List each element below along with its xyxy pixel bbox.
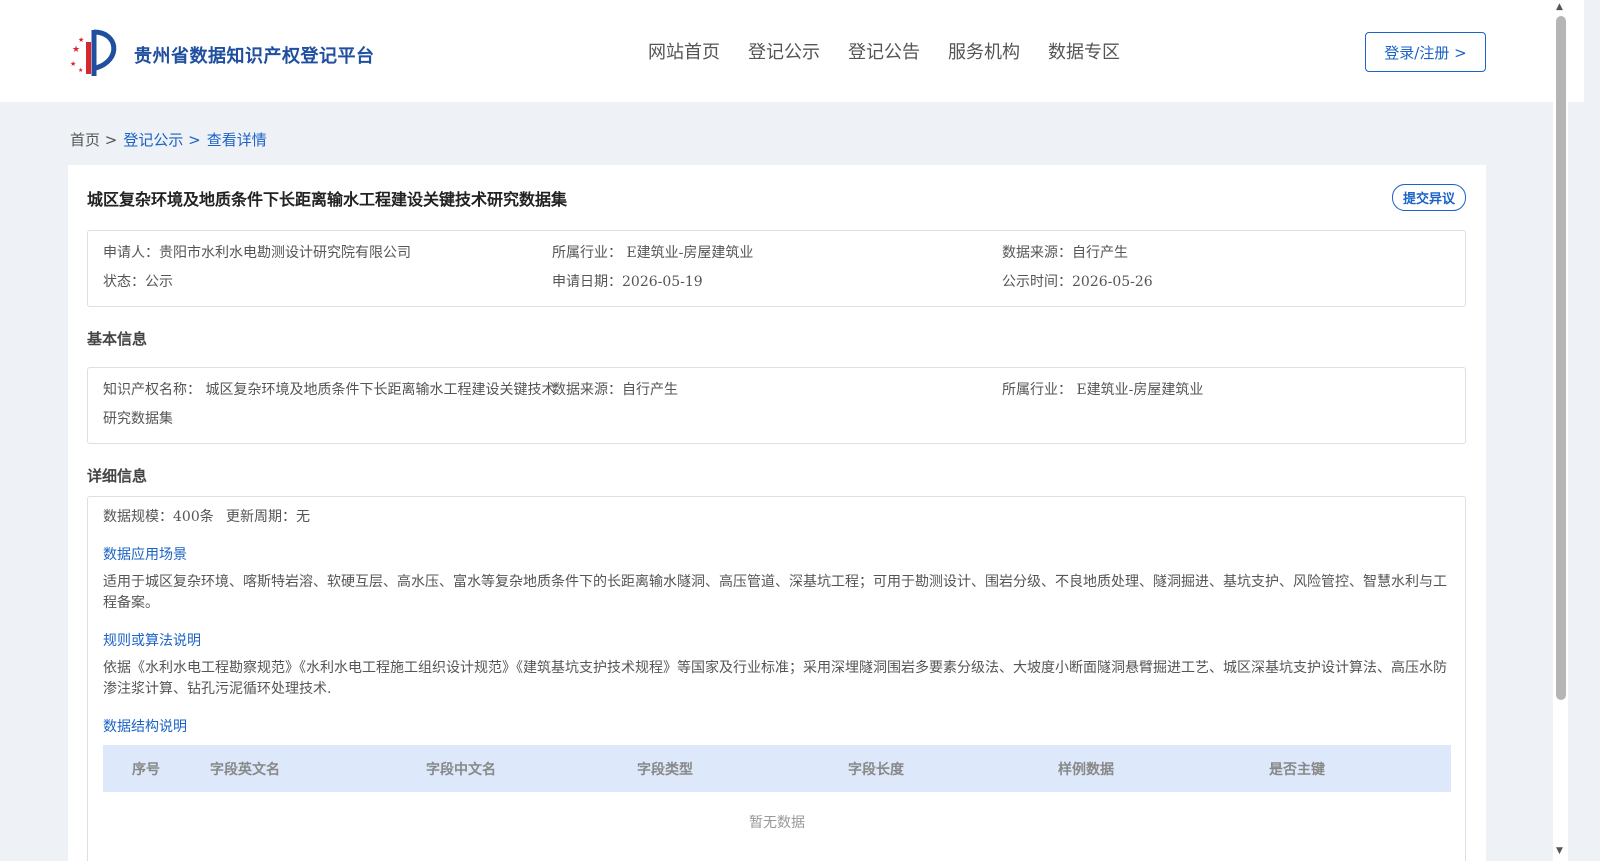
apply-date-field: 申请日期：2026-05-19 (552, 274, 703, 290)
col-field-length: 字段长度 (848, 762, 904, 778)
ip-name-field: 知识产权名称： 城区复杂环境及地质条件下长距离输水工程建设关键技术 (103, 382, 556, 398)
site-title[interactable]: 贵州省数据知识产权登记平台 (134, 42, 375, 68)
nav-registration-publicity[interactable]: 登记公示 (748, 38, 820, 64)
svg-text:★: ★ (78, 36, 84, 44)
scrollbar-thumb[interactable] (1556, 16, 1566, 700)
svg-text:★: ★ (70, 60, 76, 68)
page-scrollbar[interactable]: ▲ ▼ (1553, 0, 1568, 861)
data-structure-heading: 数据结构说明 (103, 719, 187, 735)
scroll-down-arrow-icon[interactable]: ▼ (1556, 846, 1563, 856)
breadcrumb-current[interactable]: 查看详情 (207, 129, 267, 150)
col-field-cn-name: 字段中文名 (426, 762, 496, 778)
rules-algorithm-text: 依据《水利水电工程勘察规范》《水利水电工程施工组织设计规范》《建筑基坑支护技术规… (103, 660, 1447, 697)
summary-box: 申请人：贵阳市水利水电勘测设计研究院有限公司 所属行业： E建筑业-房屋建筑业 … (87, 230, 1466, 307)
main-nav: 网站首页 登记公示 登记公告 服务机构 数据专区 (648, 38, 1120, 64)
submit-objection-button[interactable]: 提交异议 (1392, 184, 1466, 211)
nav-home[interactable]: 网站首页 (648, 38, 720, 64)
col-index: 序号 (132, 762, 160, 778)
status-field: 状态：公示 (103, 274, 173, 290)
data-scale-field: 数据规模：400条 (103, 509, 214, 525)
basic-info-box: 知识产权名称： 城区复杂环境及地质条件下长距离输水工程建设关键技术 研究数据集 … (87, 367, 1466, 444)
breadcrumb-section[interactable]: 登记公示 > (123, 129, 200, 150)
nav-service-agencies[interactable]: 服务机构 (948, 38, 1020, 64)
industry-field: 所属行业： E建筑业-房屋建筑业 (552, 245, 754, 261)
detail-info-heading: 详细信息 (87, 467, 148, 485)
scroll-up-arrow-icon[interactable]: ▲ (1556, 2, 1563, 12)
col-field-en-name: 字段英文名 (210, 762, 280, 778)
basic-industry-field: 所属行业： E建筑业-房屋建筑业 (1002, 382, 1204, 398)
nav-data-zone[interactable]: 数据专区 (1048, 38, 1120, 64)
dataset-title: 城区复杂环境及地质条件下长距离输水工程建设关键技术研究数据集 (87, 190, 568, 209)
col-sample-data: 样例数据 (1058, 762, 1114, 778)
basic-source-field: 数据来源：自行产生 (552, 382, 678, 398)
login-register-button[interactable]: 登录/注册 > (1365, 32, 1486, 72)
rules-algorithm-heading: 规则或算法说明 (103, 633, 201, 649)
nav-registration-announcement[interactable]: 登记公告 (848, 38, 920, 64)
ip-name-field-continued: 研究数据集 (103, 411, 173, 427)
update-cycle-field: 更新周期：无 (226, 509, 310, 525)
detail-card: 城区复杂环境及地质条件下长距离输水工程建设关键技术研究数据集 提交异议 申请人：… (68, 165, 1486, 861)
platform-logo-icon: ★ ★ ★ ★ (70, 29, 117, 76)
application-scenario-text: 适用于城区复杂环境、喀斯特岩溶、软硬互层、高水压、富水等复杂地质条件下的长距离输… (103, 574, 1447, 611)
breadcrumb: 首页 > 登记公示 > 查看详情 (70, 129, 267, 150)
top-header: ★ ★ ★ ★ 贵州省数据知识产权登记平台 网站首页 登记公示 登记公告 服务机… (0, 0, 1584, 102)
applicant-field: 申请人：贵阳市水利水电勘测设计研究院有限公司 (103, 245, 411, 261)
application-scenario-heading: 数据应用场景 (103, 547, 187, 563)
svg-text:★: ★ (78, 67, 83, 74)
col-field-type: 字段类型 (637, 762, 693, 778)
svg-text:★: ★ (72, 45, 80, 55)
basic-info-heading: 基本信息 (87, 330, 148, 348)
detail-info-box: 数据规模：400条 更新周期：无 数据应用场景 适用于城区复杂环境、喀斯特岩溶、… (87, 496, 1466, 861)
empty-table-message: 暂无数据 (749, 815, 805, 831)
breadcrumb-home[interactable]: 首页 > (70, 129, 117, 150)
publish-date-field: 公示时间：2026-05-26 (1002, 274, 1153, 290)
col-primary-key: 是否主键 (1269, 762, 1325, 778)
structure-table-header: 序号 字段英文名 字段中文名 字段类型 字段长度 样例数据 是否主键 (103, 745, 1451, 792)
source-field: 数据来源：自行产生 (1002, 245, 1128, 261)
